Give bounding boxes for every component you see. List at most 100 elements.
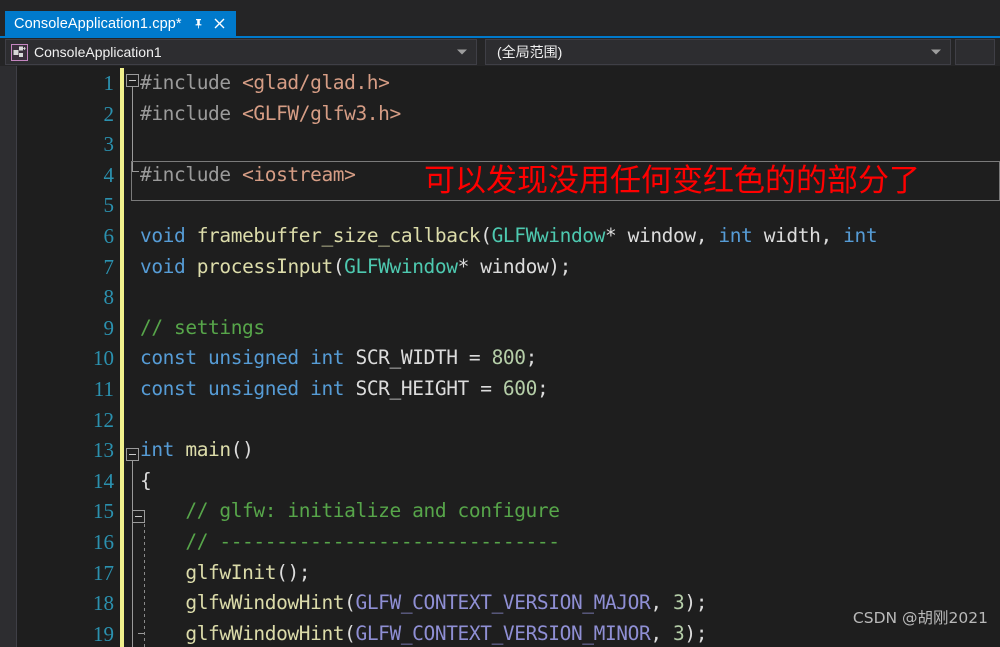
fold-bracket-line-main (132, 461, 133, 647)
change-indicator-bar (120, 282, 124, 313)
visual-studio-editor-window: ConsoleApplication1.cpp* ConsoleApplicat… (0, 0, 1000, 647)
code-token: ); (684, 621, 708, 645)
change-indicator-bar (120, 159, 124, 191)
code-token: int (310, 377, 345, 400)
line-number: 18 (93, 591, 114, 616)
code-token: unsigned (208, 377, 299, 400)
chevron-down-icon[interactable] (457, 49, 467, 55)
line-number: 5 (103, 193, 115, 218)
fold-toggle-glfw-block[interactable] (132, 510, 145, 523)
code-line-text[interactable]: glfwWindowHint(GLFW_CONTEXT_VERSION_MINO… (140, 619, 707, 647)
code-token: GLFWwindow (491, 224, 606, 247)
code-token: // ------------------------------ (140, 530, 560, 553)
tab-label: ConsoleApplication1.cpp* (14, 15, 182, 32)
change-indicator-bar (120, 98, 124, 130)
line-number: 1 (103, 71, 115, 95)
fold-guide-dashed (144, 524, 145, 647)
code-token: GLFW_CONTEXT_VERSION_MINOR (355, 621, 651, 645)
outlining-margin[interactable] (126, 66, 140, 647)
code-token: SCR_WIDTH = (344, 346, 492, 370)
code-line-text[interactable]: const unsigned int SCR_HEIGHT = 600; (140, 374, 549, 405)
code-token: 3 (673, 621, 685, 645)
code-token: <GLFW/glfw3.h> (242, 101, 401, 125)
change-indicator-bar (120, 404, 124, 436)
close-icon[interactable] (211, 15, 229, 33)
line-number: 16 (93, 530, 114, 554)
fold-bracket-line (132, 87, 133, 171)
line-number: 10 (93, 346, 114, 371)
code-token: ( (344, 591, 356, 615)
code-line-text[interactable]: #include <glad/glad.h> (140, 68, 390, 99)
chevron-down-icon[interactable] (931, 49, 941, 55)
cpp-project-icon (11, 43, 28, 61)
csdn-watermark: CSDN @胡刚2021 (852, 609, 988, 627)
code-token: ( (480, 224, 492, 247)
code-token: SCR_HEIGHT = (344, 377, 503, 400)
code-token: int (718, 224, 753, 247)
fold-toggle-include-block[interactable] (126, 74, 139, 87)
code-line-text[interactable]: void processInput(GLFWwindow* window); (140, 252, 571, 283)
pin-icon[interactable] (190, 15, 208, 33)
editor-navigation-bar: ConsoleApplication1 (全局范围) (0, 36, 1000, 66)
code-token: int (310, 346, 345, 370)
red-annotation-text: 可以发现没用任何变红色的的部分了 (424, 163, 920, 199)
scope-selector-dropdown[interactable]: (全局范围) (485, 39, 951, 65)
code-line-text[interactable]: // settings (140, 313, 265, 344)
line-number: 13 (93, 438, 114, 463)
line-number: 12 (93, 407, 114, 432)
code-token: unsigned (208, 346, 299, 370)
code-line-text[interactable]: #include <iostream> (140, 160, 356, 191)
line-number: 3 (103, 132, 115, 157)
change-indicator-bar (120, 557, 124, 589)
code-token: ( (332, 254, 345, 278)
fold-toggle-main-block[interactable] (126, 448, 139, 461)
project-selector-dropdown[interactable]: ConsoleApplication1 (5, 39, 477, 65)
code-line-text[interactable]: void framebuffer_size_callback(GLFWwindo… (140, 221, 878, 252)
fold-bracket-end (132, 171, 139, 172)
line-number: 6 (103, 224, 115, 248)
code-line-text[interactable]: // ------------------------------ (140, 527, 560, 558)
code-token: main (185, 438, 231, 462)
outlining-margin-inner[interactable] (132, 66, 158, 647)
code-token: glfwWindowHint (185, 591, 345, 615)
change-indicator-bar (120, 588, 124, 619)
code-line-text[interactable]: glfwInit(); (140, 558, 310, 589)
change-indicator-bar (120, 435, 124, 466)
code-token: glfwWindowHint (185, 621, 345, 645)
code-token: 600 (502, 377, 537, 400)
code-token: <glad/glad.h> (242, 71, 390, 94)
change-indicator-bar (120, 465, 124, 497)
tab-consoleapplication1-cpp[interactable]: ConsoleApplication1.cpp* (5, 11, 236, 36)
editor-tab-strip: ConsoleApplication1.cpp* (0, 0, 1000, 36)
code-token: (); (276, 560, 311, 584)
code-line-text[interactable]: // glfw: initialize and configure (140, 496, 560, 527)
code-editor-area[interactable]: 1 #include <glad/glad.h> 2 #include <GLFW/g… (0, 66, 1000, 647)
navbar-extra-slot (955, 39, 995, 65)
line-number: 14 (93, 468, 114, 493)
code-token: 800 (491, 346, 526, 370)
line-number: 7 (103, 254, 115, 279)
code-line-text[interactable]: glfwWindowHint(GLFW_CONTEXT_VERSION_MAJO… (140, 588, 707, 619)
code-token: width, (752, 224, 844, 247)
code-token: framebuffer_size_callback (196, 224, 481, 247)
code-token: 3 (673, 591, 685, 615)
code-token: * window); (457, 254, 572, 278)
code-token: , (650, 591, 674, 615)
code-token: ; (536, 377, 549, 400)
code-line-text[interactable]: const unsigned int SCR_WIDTH = 800; (140, 343, 537, 374)
code-token: () (230, 438, 254, 462)
code-token: GLFW_CONTEXT_VERSION_MAJOR (355, 591, 651, 615)
code-token: ( (344, 621, 356, 645)
change-indicator-bar (120, 496, 124, 527)
change-indicator-bar (120, 129, 124, 160)
change-indicator-bar (120, 190, 124, 221)
scope-selector-value: (全局范围) (497, 44, 563, 60)
code-line-text[interactable]: #include <GLFW/glfw3.h> (140, 99, 401, 130)
change-indicator-bar (120, 343, 124, 374)
code-token: int (843, 224, 878, 247)
